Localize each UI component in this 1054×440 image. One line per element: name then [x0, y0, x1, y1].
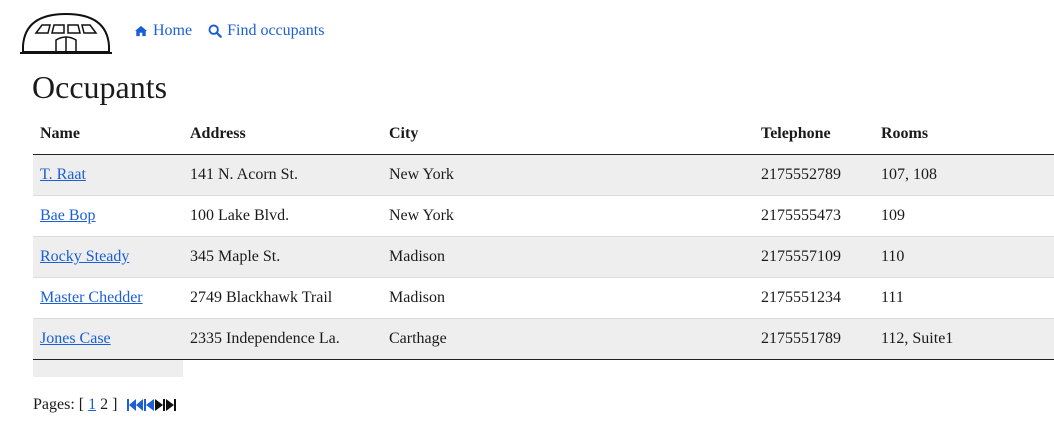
- cell-city: Madison: [382, 277, 754, 319]
- previous-page-icon[interactable]: [144, 398, 155, 412]
- occupant-link[interactable]: Bae Bop: [40, 207, 96, 224]
- home-link-label: Home: [153, 22, 193, 39]
- table-row: T. Raat 141 N. Acorn St. New York 217555…: [33, 154, 1054, 196]
- cell-address: 141 N. Acorn St.: [183, 154, 382, 196]
- cell-telephone: 2175551234: [754, 277, 874, 319]
- pages-close-bracket: ]: [112, 396, 118, 413]
- cell-telephone: 2175551789: [754, 318, 874, 360]
- find-occupants-link[interactable]: Find occupants: [208, 22, 324, 40]
- table-footer-bar: [33, 360, 183, 377]
- first-page-icon[interactable]: [127, 398, 144, 412]
- cell-city: New York: [382, 154, 754, 196]
- pagination: Pages: [ 1 2 ]: [33, 396, 177, 414]
- cell-telephone: 2175557109: [754, 236, 874, 278]
- header-telephone: Telephone: [754, 114, 874, 155]
- page-title: Occupants: [32, 69, 168, 105]
- page-link-1[interactable]: 1: [88, 396, 96, 414]
- cell-name: T. Raat: [33, 154, 183, 196]
- table-row: Rocky Steady 345 Maple St. Madison 21755…: [33, 236, 1054, 278]
- home-link[interactable]: Home: [134, 22, 192, 40]
- header-address: Address: [183, 114, 382, 155]
- cell-rooms: 110: [874, 236, 1054, 278]
- cell-telephone: 2175555473: [754, 195, 874, 237]
- next-page-icon: [155, 399, 166, 411]
- search-icon: [208, 24, 222, 38]
- cell-city: Carthage: [382, 318, 754, 360]
- dome-logo-icon[interactable]: [20, 10, 112, 56]
- cell-address: 100 Lake Blvd.: [183, 195, 382, 237]
- cell-address: 2335 Independence La.: [183, 318, 382, 360]
- header-city: City: [382, 114, 754, 155]
- cell-rooms: 107, 108: [874, 154, 1054, 196]
- cell-rooms: 109: [874, 195, 1054, 237]
- cell-address: 345 Maple St.: [183, 236, 382, 278]
- last-page-icon: [166, 399, 177, 411]
- occupant-link[interactable]: Rocky Steady: [40, 248, 129, 265]
- table-header-row: Name Address City Telephone Rooms: [33, 114, 1054, 155]
- cell-city: New York: [382, 195, 754, 237]
- find-occupants-label: Find occupants: [227, 22, 325, 39]
- cell-name: Master Chedder: [33, 277, 183, 319]
- cell-address: 2749 Blackhawk Trail: [183, 277, 382, 319]
- table-row: Bae Bop 100 Lake Blvd. New York 21755554…: [33, 195, 1054, 237]
- pages-label: Pages:: [33, 396, 75, 413]
- cell-name: Rocky Steady: [33, 236, 183, 278]
- cell-telephone: 2175552789: [754, 154, 874, 196]
- occupant-link[interactable]: Jones Case: [40, 330, 111, 347]
- header-rooms: Rooms: [874, 114, 1054, 155]
- pages-open-bracket: [: [78, 396, 85, 413]
- table-row: Jones Case 2335 Independence La. Carthag…: [33, 318, 1054, 360]
- occupants-table: Name Address City Telephone Rooms T. Raa…: [33, 114, 1054, 360]
- top-nav: Home Find occupants: [134, 22, 324, 40]
- occupant-link[interactable]: Master Chedder: [40, 289, 143, 306]
- table-row: Master Chedder 2749 Blackhawk Trail Madi…: [33, 277, 1054, 319]
- cell-rooms: 112, Suite1: [874, 318, 1054, 360]
- cell-name: Jones Case: [33, 318, 183, 360]
- header-name: Name: [33, 114, 183, 155]
- cell-name: Bae Bop: [33, 195, 183, 237]
- page-current-2: 2: [100, 396, 109, 413]
- cell-rooms: 111: [874, 277, 1054, 319]
- home-icon: [135, 25, 147, 37]
- occupant-link[interactable]: T. Raat: [40, 166, 86, 183]
- cell-city: Madison: [382, 236, 754, 278]
